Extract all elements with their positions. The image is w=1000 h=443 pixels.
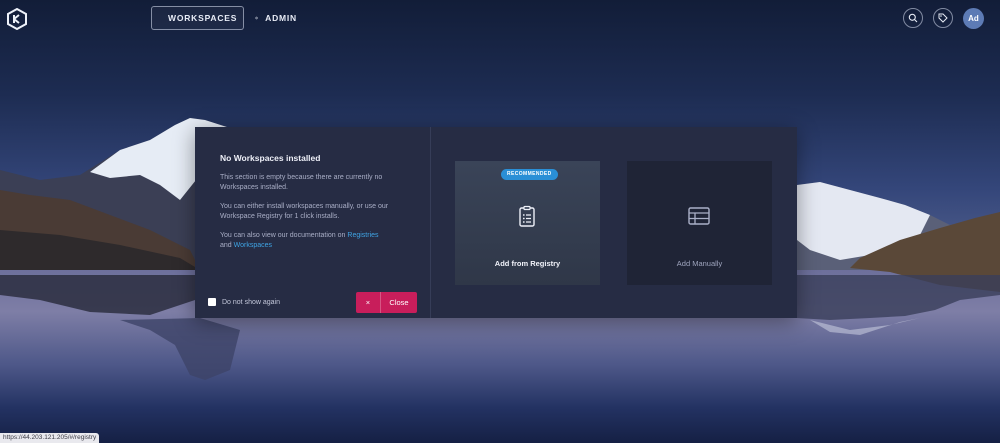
close-icon: × [356,292,381,313]
nav-admin-button[interactable]: ADMIN [246,6,306,30]
tag-icon [938,13,948,23]
workspaces-link[interactable]: Workspaces [234,242,272,249]
nav-admin-label: ADMIN [265,13,297,23]
docs-and-text: and [220,242,234,249]
add-from-registry-label: Add from Registry [494,259,561,268]
nav-workspaces-button[interactable]: WORKSPACES [151,6,244,30]
registries-link[interactable]: Registries [347,232,378,239]
add-manually-card[interactable]: Add Manually [627,161,772,285]
dialog-divider [430,127,431,318]
add-from-registry-card[interactable]: RECOMMENDED Add from Registry [455,161,600,285]
no-workspaces-dialog: No Workspaces installed This section is … [195,127,797,318]
dont-show-again-option[interactable]: Do not show again [208,298,280,306]
add-manually-label: Add Manually [676,259,723,268]
status-bar-url: https://44.203.121.205/#/registry [0,433,100,443]
close-button-label: Close [389,298,409,307]
tag-button[interactable] [933,8,953,28]
dialog-paragraph-install: You can either install workspaces manual… [220,203,389,220]
dialog-title: No Workspaces installed [220,153,321,163]
avatar[interactable]: Ad [963,8,984,29]
logo-icon[interactable] [6,8,28,30]
table-icon [688,207,710,225]
search-button[interactable] [903,8,923,28]
gear-icon [255,16,258,20]
dialog-paragraph-empty: This section is empty because there are … [220,174,383,191]
dont-show-again-label: Do not show again [222,298,280,306]
recommended-badge: RECOMMENDED [501,169,558,180]
close-button[interactable]: × Close [356,292,417,313]
nav-workspaces-label: WORKSPACES [168,13,238,23]
search-icon [908,13,918,23]
dialog-paragraph-docs: You can also view our documentation on R… [220,231,410,251]
docs-text: You can also view our documentation on [220,232,348,239]
dont-show-again-checkbox[interactable] [208,298,216,306]
clipboard-list-icon [519,205,535,227]
